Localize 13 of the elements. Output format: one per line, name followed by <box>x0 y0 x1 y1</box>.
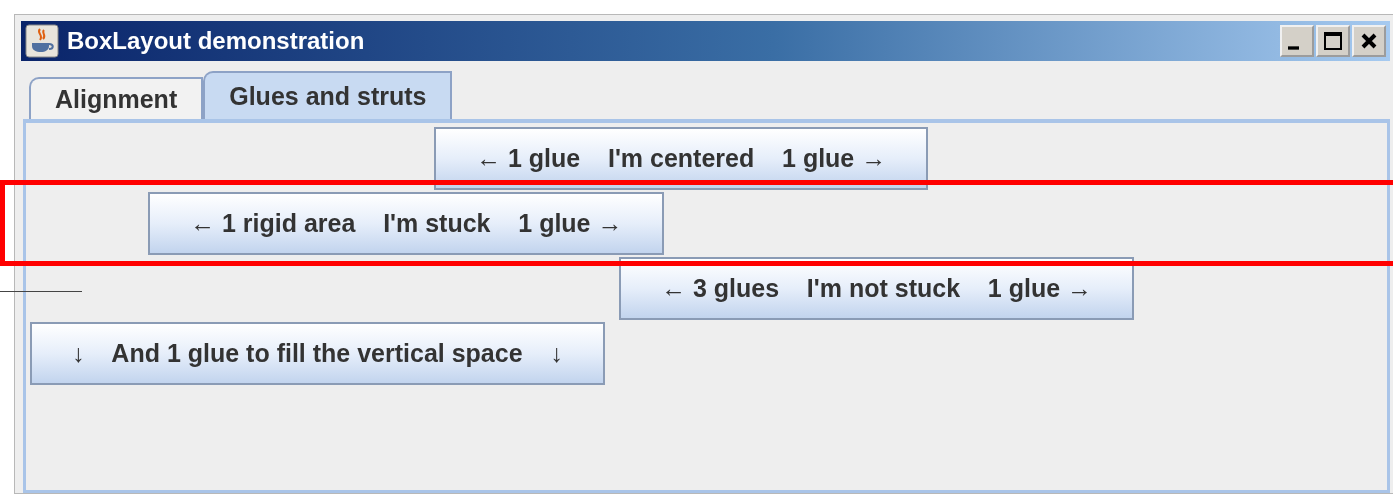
maximize-button[interactable] <box>1316 25 1350 57</box>
demo-button[interactable]: ← 1 rigid area I'm stuck 1 glue → <box>148 192 665 255</box>
close-button[interactable] <box>1352 25 1386 57</box>
demo-button[interactable]: ↓ And 1 glue to fill the vertical space ↓ <box>30 322 605 385</box>
tab[interactable]: Alignment <box>29 77 204 119</box>
window-title: BoxLayout demonstration <box>67 27 366 55</box>
coffee-cup-icon <box>25 24 59 58</box>
minimize-button[interactable] <box>1280 25 1314 57</box>
tab[interactable]: Glues and struts <box>203 71 453 119</box>
minimize-icon <box>1287 46 1299 50</box>
demo-button[interactable]: ← 1 glue I'm centered 1 glue → <box>434 127 929 190</box>
demo-button[interactable]: ← 3 glues I'm not stuck 1 glue → <box>619 257 1135 320</box>
maximize-icon <box>1322 30 1344 52</box>
